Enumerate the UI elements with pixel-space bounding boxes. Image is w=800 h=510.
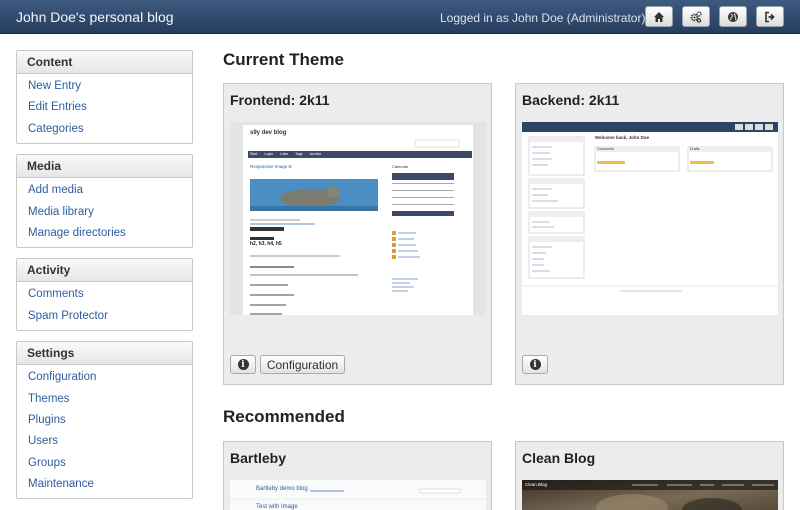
sidebar-group-media: Media Add media Media library Manage dir… (16, 154, 193, 249)
cogs-icon (690, 10, 702, 23)
sidebar-item-configuration[interactable]: Configuration (17, 367, 192, 388)
sidebar-item-add-media[interactable]: Add media (17, 180, 192, 201)
sidebar-group-activity: Activity Comments Spam Protector (16, 258, 193, 332)
preview-brand: Clean Blog (525, 482, 548, 487)
preview-post-title: Responsive Image D (250, 164, 292, 169)
preview-sub-title: h2, h3, h4, h5 (250, 241, 282, 247)
sidebar-item-maintenance[interactable]: Maintenance (17, 474, 192, 495)
preview-post-title: Test with Image (256, 504, 298, 510)
current-theme-heading: Current Theme (223, 50, 344, 69)
settings-button[interactable] (682, 6, 710, 27)
top-bar: John Doe's personal blog Logged in as Jo… (0, 0, 800, 34)
clean-blog-screenshot (522, 480, 778, 510)
sidebar-item-spam-protector[interactable]: Spam Protector (17, 306, 192, 327)
theme-preview-frontend: s9y dev blog Responsive Image D Calendar… (230, 122, 486, 315)
preview-welcome: Welcome back, John Doe (595, 135, 650, 140)
sidebar-item-plugins[interactable]: Plugins (17, 410, 192, 431)
home-icon (654, 11, 664, 22)
theme-card-clean-blog: Clean Blog Clean Blog (515, 441, 784, 510)
info-icon: i (529, 359, 541, 370)
sidebar-heading: Content (17, 51, 192, 74)
sidebar-heading: Activity (17, 259, 192, 283)
preview-nav: Start Login Links Tags Archive (250, 152, 322, 156)
sidebar-item-media-library[interactable]: Media library (17, 202, 192, 223)
theme-card-title: Frontend: 2k11 (230, 92, 330, 108)
frontend-screenshot (230, 122, 486, 315)
sidebar-group-content: Content New Entry Edit Entries Categorie… (16, 50, 193, 145)
preview-blog-title: s9y dev blog (250, 130, 287, 136)
theme-card-title: Bartleby (230, 450, 287, 466)
sidebar-item-comments[interactable]: Comments (17, 284, 192, 305)
sidebar: Content New Entry Edit Entries Categorie… (16, 50, 193, 509)
logout-button[interactable] (756, 6, 784, 27)
theme-preview-bartleby: Bartleby demo blog Test with Image (230, 480, 486, 510)
preview-panel-label: Drafts (690, 147, 700, 151)
theme-card-frontend: Frontend: 2k11 s9y dev blog Responsive I… (223, 83, 492, 385)
sidebar-item-new-entry[interactable]: New Entry (17, 76, 192, 97)
backend-screenshot (522, 122, 778, 315)
preview-panel-label: Comments (597, 147, 614, 151)
sidebar-item-groups[interactable]: Groups (17, 453, 192, 474)
theme-preview-clean-blog: Clean Blog (522, 480, 778, 510)
sign-out-icon (765, 11, 775, 22)
home-button[interactable] (645, 6, 673, 27)
theme-card-bartleby: Bartleby Bartleby demo blog Test with Im… (223, 441, 492, 510)
info-icon: i (237, 359, 249, 370)
theme-preview-backend: Welcome back, John Doe Comments Drafts (522, 122, 778, 315)
card-buttons: i (522, 355, 548, 374)
sidebar-item-users[interactable]: Users (17, 431, 192, 452)
view-blog-button[interactable] (719, 6, 747, 27)
theme-card-title: Clean Blog (522, 450, 596, 466)
theme-info-button[interactable]: i (522, 355, 548, 374)
sidebar-group-settings: Settings Configuration Themes Plugins Us… (16, 341, 193, 500)
logged-in-status: Logged in as John Doe (Administrator) (440, 11, 646, 25)
sidebar-item-manage-directories[interactable]: Manage directories (17, 223, 192, 244)
theme-card-title: Backend: 2k11 (522, 92, 620, 108)
preview-blog-title: Bartleby demo blog (256, 486, 308, 492)
sidebar-item-edit-entries[interactable]: Edit Entries (17, 97, 192, 118)
sidebar-item-categories[interactable]: Categories (17, 119, 192, 140)
theme-card-backend: Backend: 2k11 Welcome back, John Doe Com… (515, 83, 784, 385)
globe-icon (728, 11, 738, 22)
configuration-button[interactable]: Configuration (260, 355, 345, 374)
sidebar-heading: Media (17, 155, 192, 179)
recommended-heading: Recommended (223, 407, 345, 426)
sidebar-item-themes[interactable]: Themes (17, 389, 192, 410)
site-title[interactable]: John Doe's personal blog (16, 9, 174, 25)
preview-calendar-label: Calendar (392, 164, 409, 169)
theme-info-button[interactable]: i (230, 355, 256, 374)
sidebar-heading: Settings (17, 342, 192, 366)
card-buttons: i Configuration (230, 355, 345, 374)
